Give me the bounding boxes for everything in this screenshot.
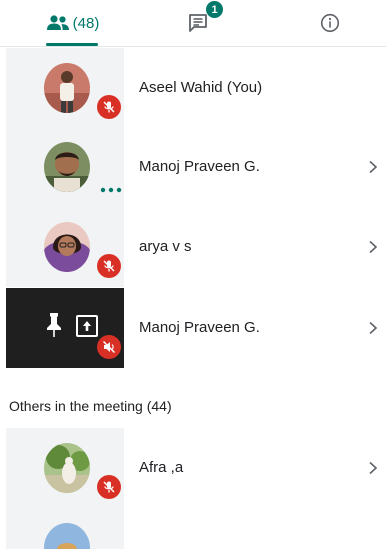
- mic-off-badge: [97, 335, 121, 359]
- avatar: [44, 222, 90, 272]
- participant-row[interactable]: Manoj Praveen G.: [0, 127, 386, 207]
- chevron-right-icon[interactable]: [368, 461, 378, 475]
- mic-off-badge: [97, 475, 121, 499]
- info-icon: [320, 13, 340, 33]
- volume-off-icon: [102, 340, 116, 354]
- avatar: [44, 63, 90, 113]
- participant-row[interactable]: Manoj Praveen G.: [0, 288, 386, 368]
- tab-people-indicator: [46, 43, 98, 46]
- mic-off-icon: [103, 260, 115, 272]
- present-screen-icon: [76, 315, 98, 337]
- mic-off-icon: [103, 101, 115, 113]
- chevron-right-icon[interactable]: [368, 321, 378, 335]
- participant-row[interactable]: arya v s: [0, 207, 386, 287]
- chevron-right-icon[interactable]: [368, 160, 378, 174]
- avatar: [44, 142, 90, 192]
- chevron-right-icon[interactable]: [368, 240, 378, 254]
- mic-off-icon: [103, 481, 115, 493]
- chat-icon: [189, 14, 207, 32]
- participant-name: Manoj Praveen G.: [139, 319, 260, 336]
- participant-row[interactable]: Aseel Wahid (You): [0, 48, 386, 128]
- tab-info[interactable]: [300, 0, 360, 46]
- people-icon: [46, 15, 69, 30]
- chat-unread-badge: 1: [206, 1, 223, 18]
- participant-name: Manoj Praveen G.: [139, 158, 260, 175]
- speaking-indicator-icon: [100, 187, 122, 193]
- tab-people[interactable]: (48): [34, 0, 112, 46]
- top-tab-bar: (48) 1: [0, 0, 386, 47]
- others-section-heading: Others in the meeting (44): [9, 398, 172, 414]
- participant-row[interactable]: Afra ,a: [0, 428, 386, 508]
- participant-row[interactable]: [0, 508, 386, 549]
- mic-off-badge: [97, 254, 121, 278]
- mic-off-badge: [97, 95, 121, 119]
- avatar: [44, 443, 90, 493]
- participant-name: Aseel Wahid (You): [139, 79, 263, 96]
- people-count: (48): [72, 14, 100, 32]
- participant-name: arya v s: [139, 238, 192, 255]
- participant-name: Afra ,a: [139, 459, 184, 476]
- pin-icon[interactable]: [46, 312, 62, 338]
